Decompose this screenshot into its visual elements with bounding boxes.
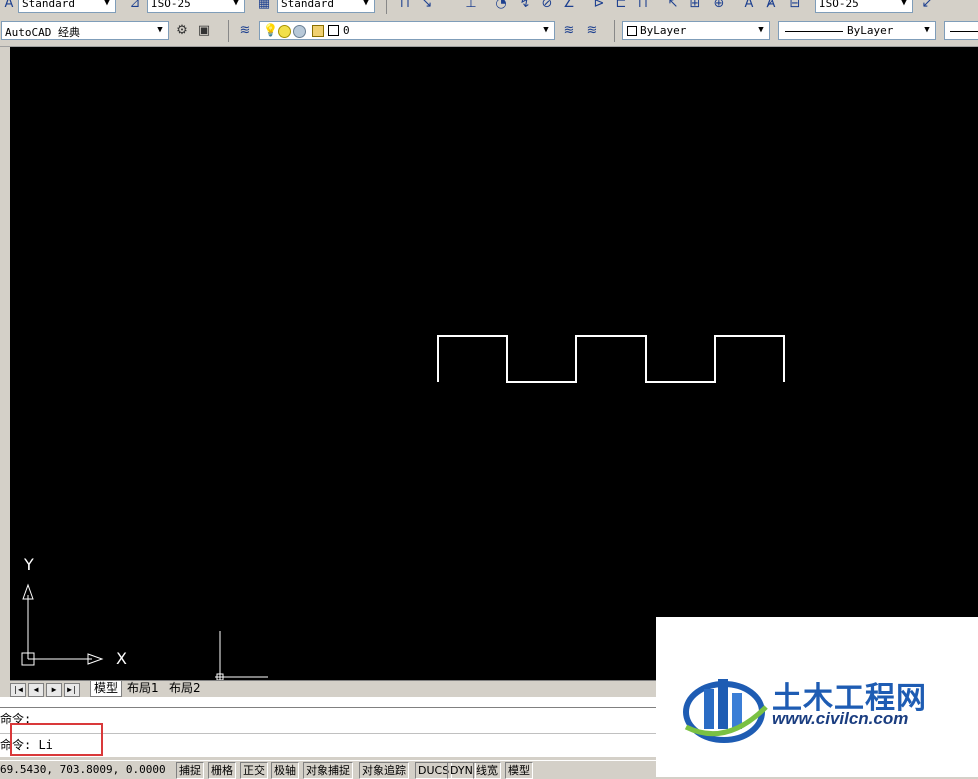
- dim-aligned-icon[interactable]: ↘: [418, 0, 436, 13]
- dim-text-edit-icon[interactable]: Ⱥ: [762, 0, 780, 13]
- dim-linear-icon[interactable]: ⊓: [396, 0, 414, 13]
- dim-style-select[interactable]: ISO-25 ▼: [147, 0, 245, 13]
- quick-leader-icon[interactable]: ↖: [664, 0, 682, 13]
- lineweight-toggle[interactable]: 线宽: [473, 762, 501, 779]
- layer-previous-icon[interactable]: ≋: [583, 22, 601, 40]
- layer-thaw-sun-icon: [278, 25, 291, 38]
- watermark-logo: 土木工程网 www.civilcn.com: [656, 617, 978, 777]
- tolerance-icon[interactable]: ⊞: [686, 0, 704, 13]
- ortho-toggle[interactable]: 正交: [240, 762, 268, 779]
- dim-baseline-icon[interactable]: ⊏: [612, 0, 630, 13]
- toolbar-separator: [386, 0, 387, 14]
- tab-layout1[interactable]: 布局1: [124, 681, 162, 696]
- highlight-box: [10, 723, 103, 756]
- text-style-select[interactable]: Standard ▼: [18, 0, 116, 13]
- dim-ordinate-icon[interactable]: ⊥: [462, 0, 480, 13]
- snap-toggle[interactable]: 捕捉: [176, 762, 204, 779]
- tab-layout2[interactable]: 布局2: [166, 681, 204, 696]
- chevron-down-icon: ▼: [233, 0, 239, 8]
- tab-model[interactable]: 模型: [90, 681, 123, 697]
- draw-toolbar-vertical: [0, 47, 10, 680]
- chevron-down-icon: ▼: [104, 0, 110, 8]
- styles-toolbar: A Standard ▼ ⊿ ISO-25 ▼ ▦ Standard ▼ ⊓ ↘…: [0, 0, 978, 14]
- toolbar-separator: [614, 20, 615, 42]
- dim-style-icon[interactable]: ⊿: [126, 0, 144, 13]
- workspace-settings-icon[interactable]: ⚙: [173, 22, 191, 40]
- chevron-down-icon: ▼: [924, 25, 930, 35]
- toolbar-separator: [228, 20, 229, 42]
- table-style-select[interactable]: Standard ▼: [277, 0, 375, 13]
- linetype-select[interactable]: ByLayer ▼: [778, 21, 936, 40]
- lineweight-sample: [950, 31, 978, 32]
- multileader-icon[interactable]: ↙: [918, 0, 936, 13]
- table-style-icon[interactable]: ▦: [255, 0, 273, 13]
- layers-toolbar: AutoCAD 经典 ▼ ⚙ ▣ ≋ 💡 0 ▼ ≋ ≋ ByLayer ▼ B…: [0, 15, 978, 47]
- quick-dim-icon[interactable]: ⊳: [590, 0, 608, 13]
- chevron-down-icon: ▼: [758, 25, 764, 35]
- make-current-layer-icon[interactable]: ≋: [560, 22, 578, 40]
- prev-tab-button[interactable]: ◀: [28, 683, 44, 697]
- color-select[interactable]: ByLayer ▼: [622, 21, 770, 40]
- square-wave-polyline[interactable]: [437, 335, 785, 383]
- dim-diameter-icon[interactable]: ⊘: [538, 0, 556, 13]
- osnap-toggle[interactable]: 对象捕捉: [303, 762, 353, 779]
- linetype-sample: [785, 31, 843, 32]
- dim-continue-icon[interactable]: ⊓: [634, 0, 652, 13]
- otrack-toggle[interactable]: 对象追踪: [359, 762, 409, 779]
- chevron-down-icon: ▼: [901, 0, 907, 8]
- dim-radius-icon[interactable]: ◔: [492, 0, 510, 13]
- workspace-select[interactable]: AutoCAD 经典 ▼: [1, 21, 169, 40]
- ucs-y-label: Y: [24, 555, 34, 574]
- chevron-down-icon: ▼: [157, 25, 163, 35]
- layer-manager-icon[interactable]: ≋: [236, 22, 254, 40]
- dim-angular-icon[interactable]: ∠: [560, 0, 578, 13]
- dyn-toggle[interactable]: DYN: [447, 762, 476, 779]
- coordinate-readout: 69.5430, 703.8009, 0.0000: [0, 763, 166, 776]
- polar-toggle[interactable]: 极轴: [271, 762, 299, 779]
- dim-arc-icon[interactable]: ⌒: [440, 0, 458, 13]
- first-tab-button[interactable]: |◀: [10, 683, 26, 697]
- layout-tabs-bar: |◀ ◀ ▶ ▶| 模型 布局1 布局2: [10, 680, 656, 697]
- watermark-url: www.civilcn.com: [772, 709, 909, 728]
- text-style-icon[interactable]: A: [0, 0, 18, 13]
- model-toggle[interactable]: 模型: [505, 762, 533, 779]
- dim-update-icon[interactable]: ⊟: [786, 0, 804, 13]
- lineweight-select[interactable]: [944, 21, 978, 40]
- center-mark-icon[interactable]: ⊕: [710, 0, 728, 13]
- layer-color-swatch: [328, 25, 339, 36]
- chevron-down-icon: ▼: [363, 0, 369, 8]
- chevron-down-icon: ▼: [543, 25, 549, 35]
- multileader-style-select[interactable]: ISO-25 ▼: [815, 0, 913, 13]
- layer-select[interactable]: 💡 0 ▼: [259, 21, 555, 40]
- save-workspace-icon[interactable]: ▣: [195, 22, 213, 40]
- layer-on-bulb-icon: 💡: [263, 23, 278, 37]
- ucs-icon: [21, 583, 104, 666]
- layer-unlock-icon: [312, 25, 324, 37]
- drawing-canvas[interactable]: Y X: [10, 47, 978, 680]
- last-tab-button[interactable]: ▶|: [64, 683, 80, 697]
- layer-viewport-icon: [293, 25, 306, 38]
- drawing-svg: [21, 335, 785, 680]
- color-swatch: [627, 26, 637, 36]
- next-tab-button[interactable]: ▶: [46, 683, 62, 697]
- dim-edit-icon[interactable]: Ā: [740, 0, 758, 13]
- status-bar: 69.5430, 703.8009, 0.0000 捕捉 栅格 正交 极轴 对象…: [0, 760, 656, 779]
- dim-jogged-icon[interactable]: ↯: [516, 0, 534, 13]
- grid-toggle[interactable]: 栅格: [208, 762, 236, 779]
- ucs-x-label: X: [116, 649, 127, 668]
